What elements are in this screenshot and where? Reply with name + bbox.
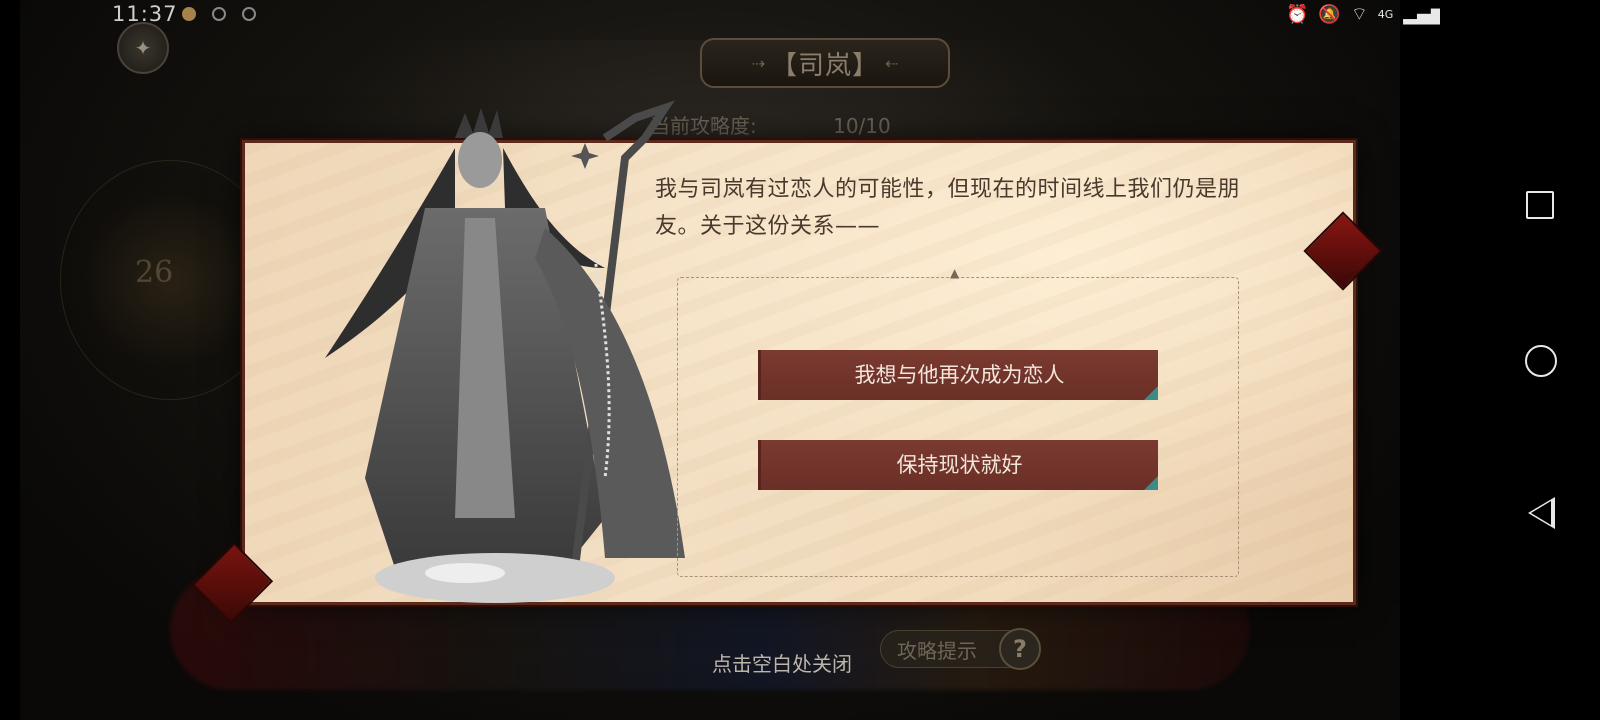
character-title: 【司岚】 bbox=[770, 50, 879, 81]
progress-row: 当前攻略度: 10/10 bbox=[650, 110, 891, 139]
notification-icons bbox=[182, 7, 256, 21]
home-icon[interactable] bbox=[1525, 345, 1557, 377]
choice-button-become-lovers[interactable]: 我想与他再次成为恋人 bbox=[758, 350, 1158, 400]
clock: 11:37 bbox=[112, 2, 178, 26]
dial-number: 26 bbox=[135, 255, 174, 290]
status-bar: 11:37 ⏰ 🔕 ⌔ 4G ▂▄▆█ 71 bbox=[0, 0, 1600, 30]
back-emblem-icon: ✦ bbox=[134, 36, 152, 60]
progress-value: 10/10 bbox=[833, 114, 891, 138]
strategy-hint-button[interactable]: 攻略提示 ? bbox=[880, 628, 1041, 670]
wifi-icon: ⌔ bbox=[1350, 4, 1368, 25]
app-notification-icon bbox=[212, 7, 226, 21]
network-type: 4G bbox=[1377, 8, 1394, 21]
back-icon[interactable] bbox=[1528, 497, 1555, 529]
choice-button-keep-status[interactable]: 保持现状就好 bbox=[758, 440, 1158, 490]
recent-apps-icon[interactable] bbox=[1526, 191, 1554, 219]
strategy-hint-label: 攻略提示 bbox=[897, 638, 977, 663]
app-notification-icon bbox=[182, 7, 196, 21]
mute-icon: 🔕 bbox=[1318, 4, 1341, 25]
choice-frame: 我想与他再次成为恋人 保持现状就好 bbox=[677, 266, 1239, 577]
help-icon[interactable]: ? bbox=[999, 628, 1041, 670]
relationship-dialog: 我与司岚有过恋人的可能性，但现在的时间线上我们仍是朋友。关于这份关系—— 我想与… bbox=[191, 100, 1383, 624]
title-plate: ⇢ 【司岚】 ⇠ bbox=[700, 38, 950, 88]
character-portrait bbox=[325, 100, 685, 603]
close-hint: 点击空白处关闭 bbox=[712, 652, 852, 676]
alarm-icon: ⏰ bbox=[1286, 4, 1309, 25]
title-right-arrow-icon: ⇠ bbox=[885, 53, 899, 73]
navigation-bar bbox=[1440, 0, 1600, 720]
app-notification-icon bbox=[242, 7, 256, 21]
title-left-arrow-icon: ⇢ bbox=[751, 53, 765, 73]
dialog-text: 我与司岚有过恋人的可能性，但现在的时间线上我们仍是朋友。关于这份关系—— bbox=[655, 177, 1241, 239]
